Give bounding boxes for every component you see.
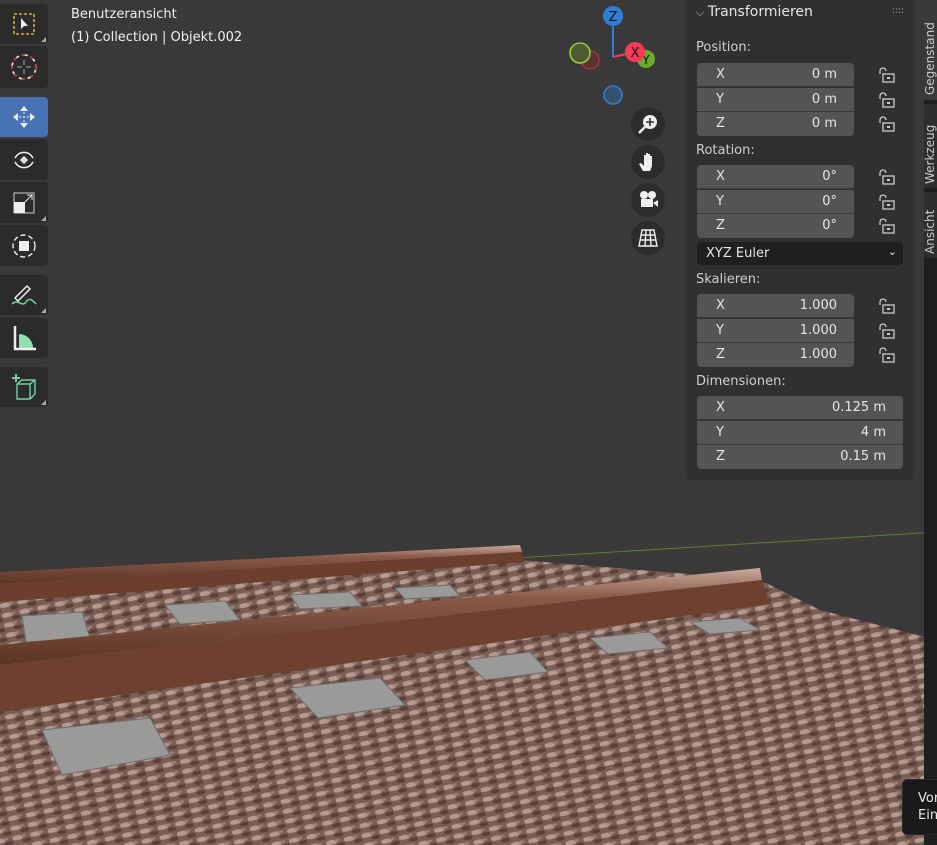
lock-icon[interactable] bbox=[877, 91, 895, 108]
sidebar-panel: ⌵ Transformieren :::: Position: X 0 mY0 mZ… bbox=[686, 0, 914, 480]
lock-icon[interactable] bbox=[877, 218, 895, 234]
rotation-x-field[interactable]: X 0° bbox=[697, 165, 854, 189]
neg-y-axis-handle bbox=[569, 42, 591, 64]
hand-icon bbox=[639, 153, 652, 171]
tool-move[interactable] bbox=[0, 97, 48, 137]
tab-gegenstand[interactable]: Gegenstand bbox=[924, 0, 937, 100]
camera-icon bbox=[640, 191, 658, 207]
dimensions-y-field[interactable]: Y4 m bbox=[697, 420, 903, 445]
select-box-icon bbox=[13, 13, 35, 35]
zoom-button[interactable] bbox=[631, 107, 665, 141]
rotation-z-field[interactable]: Z 0° bbox=[697, 214, 854, 238]
position-label: Position: bbox=[696, 40, 751, 55]
position-y-field[interactable]: Y0 m bbox=[697, 87, 854, 112]
position-z-field[interactable]: Z0 m bbox=[697, 112, 854, 136]
tooltip: Vor Ein bbox=[902, 779, 937, 835]
rotate-icon bbox=[14, 151, 34, 168]
tool-annotate[interactable] bbox=[0, 275, 48, 315]
lock-icon[interactable] bbox=[877, 298, 895, 314]
dimensions-x-field[interactable]: X 0.125 m bbox=[697, 396, 903, 420]
chevron-down-icon: ⌵ bbox=[696, 6, 708, 19]
camera-view-button[interactable] bbox=[631, 183, 665, 217]
tool-add-cube[interactable] bbox=[0, 367, 48, 407]
collection-info: (1) Collection | Objekt.002 bbox=[71, 30, 243, 45]
chevron-down-icon: ⌄ bbox=[887, 245, 897, 258]
scale-x-field[interactable]: X 1.000 bbox=[697, 294, 854, 318]
grid-icon bbox=[638, 229, 658, 247]
cursor-icon bbox=[11, 54, 37, 80]
lock-icon[interactable] bbox=[877, 322, 895, 339]
move-icon bbox=[13, 106, 35, 128]
drag-handle-icon[interactable]: :::: bbox=[892, 6, 904, 16]
lock-icon[interactable] bbox=[877, 169, 895, 185]
rotation-mode-dropdown[interactable]: XYZ Euler ⌄ bbox=[697, 242, 903, 265]
lock-icon[interactable] bbox=[877, 347, 895, 363]
svg-text:X: X bbox=[631, 46, 640, 61]
view-name: Benutzeransicht bbox=[71, 7, 177, 22]
sidebar-tabs: Gegenstand Werkzeug Ansicht bbox=[924, 0, 937, 845]
navigation-gizmo[interactable]: Y X Z bbox=[565, 2, 665, 107]
annotate-icon bbox=[11, 284, 37, 305]
dimensions-z-field[interactable]: Z 0.15 m bbox=[697, 445, 903, 469]
lock-icon[interactable] bbox=[877, 116, 895, 132]
tab-werkzeug[interactable]: Werkzeug bbox=[924, 104, 937, 188]
scale-z-field[interactable]: Z 1.000 bbox=[697, 343, 854, 367]
tool-cursor[interactable] bbox=[0, 46, 48, 88]
scale-y-field[interactable]: Y 1.000 bbox=[697, 318, 854, 343]
transform-icon bbox=[12, 233, 36, 258]
scale-icon bbox=[13, 192, 35, 213]
position-x-field[interactable]: X0 m bbox=[697, 63, 854, 87]
tool-scale[interactable] bbox=[0, 182, 48, 223]
pan-button[interactable] bbox=[631, 145, 665, 179]
tab-ansicht[interactable]: Ansicht bbox=[924, 192, 937, 258]
tool-measure[interactable] bbox=[0, 318, 48, 358]
svg-text:Z: Z bbox=[609, 10, 618, 25]
tool-select-box[interactable] bbox=[0, 4, 48, 44]
add-cube-icon bbox=[12, 374, 36, 400]
zoom-icon bbox=[638, 115, 657, 134]
rotation-label: Rotation: bbox=[696, 143, 755, 158]
rotation-y-field[interactable]: Y 0° bbox=[697, 189, 854, 214]
ortho-toggle-button[interactable] bbox=[631, 221, 665, 255]
scale-label: Skalieren: bbox=[696, 272, 761, 287]
dimensions-label: Dimensionen: bbox=[696, 374, 786, 389]
tool-transform[interactable] bbox=[0, 225, 48, 266]
panel-header[interactable]: ⌵ Transformieren bbox=[696, 4, 813, 20]
neg-z-axis-handle bbox=[603, 85, 623, 105]
lock-icon[interactable] bbox=[877, 193, 895, 210]
tool-rotate[interactable] bbox=[0, 139, 48, 180]
3d-viewport[interactable]: Benutzeransicht (1) Collection | Objekt.… bbox=[0, 0, 937, 845]
lock-icon[interactable] bbox=[877, 67, 895, 83]
measure-icon bbox=[13, 326, 36, 351]
